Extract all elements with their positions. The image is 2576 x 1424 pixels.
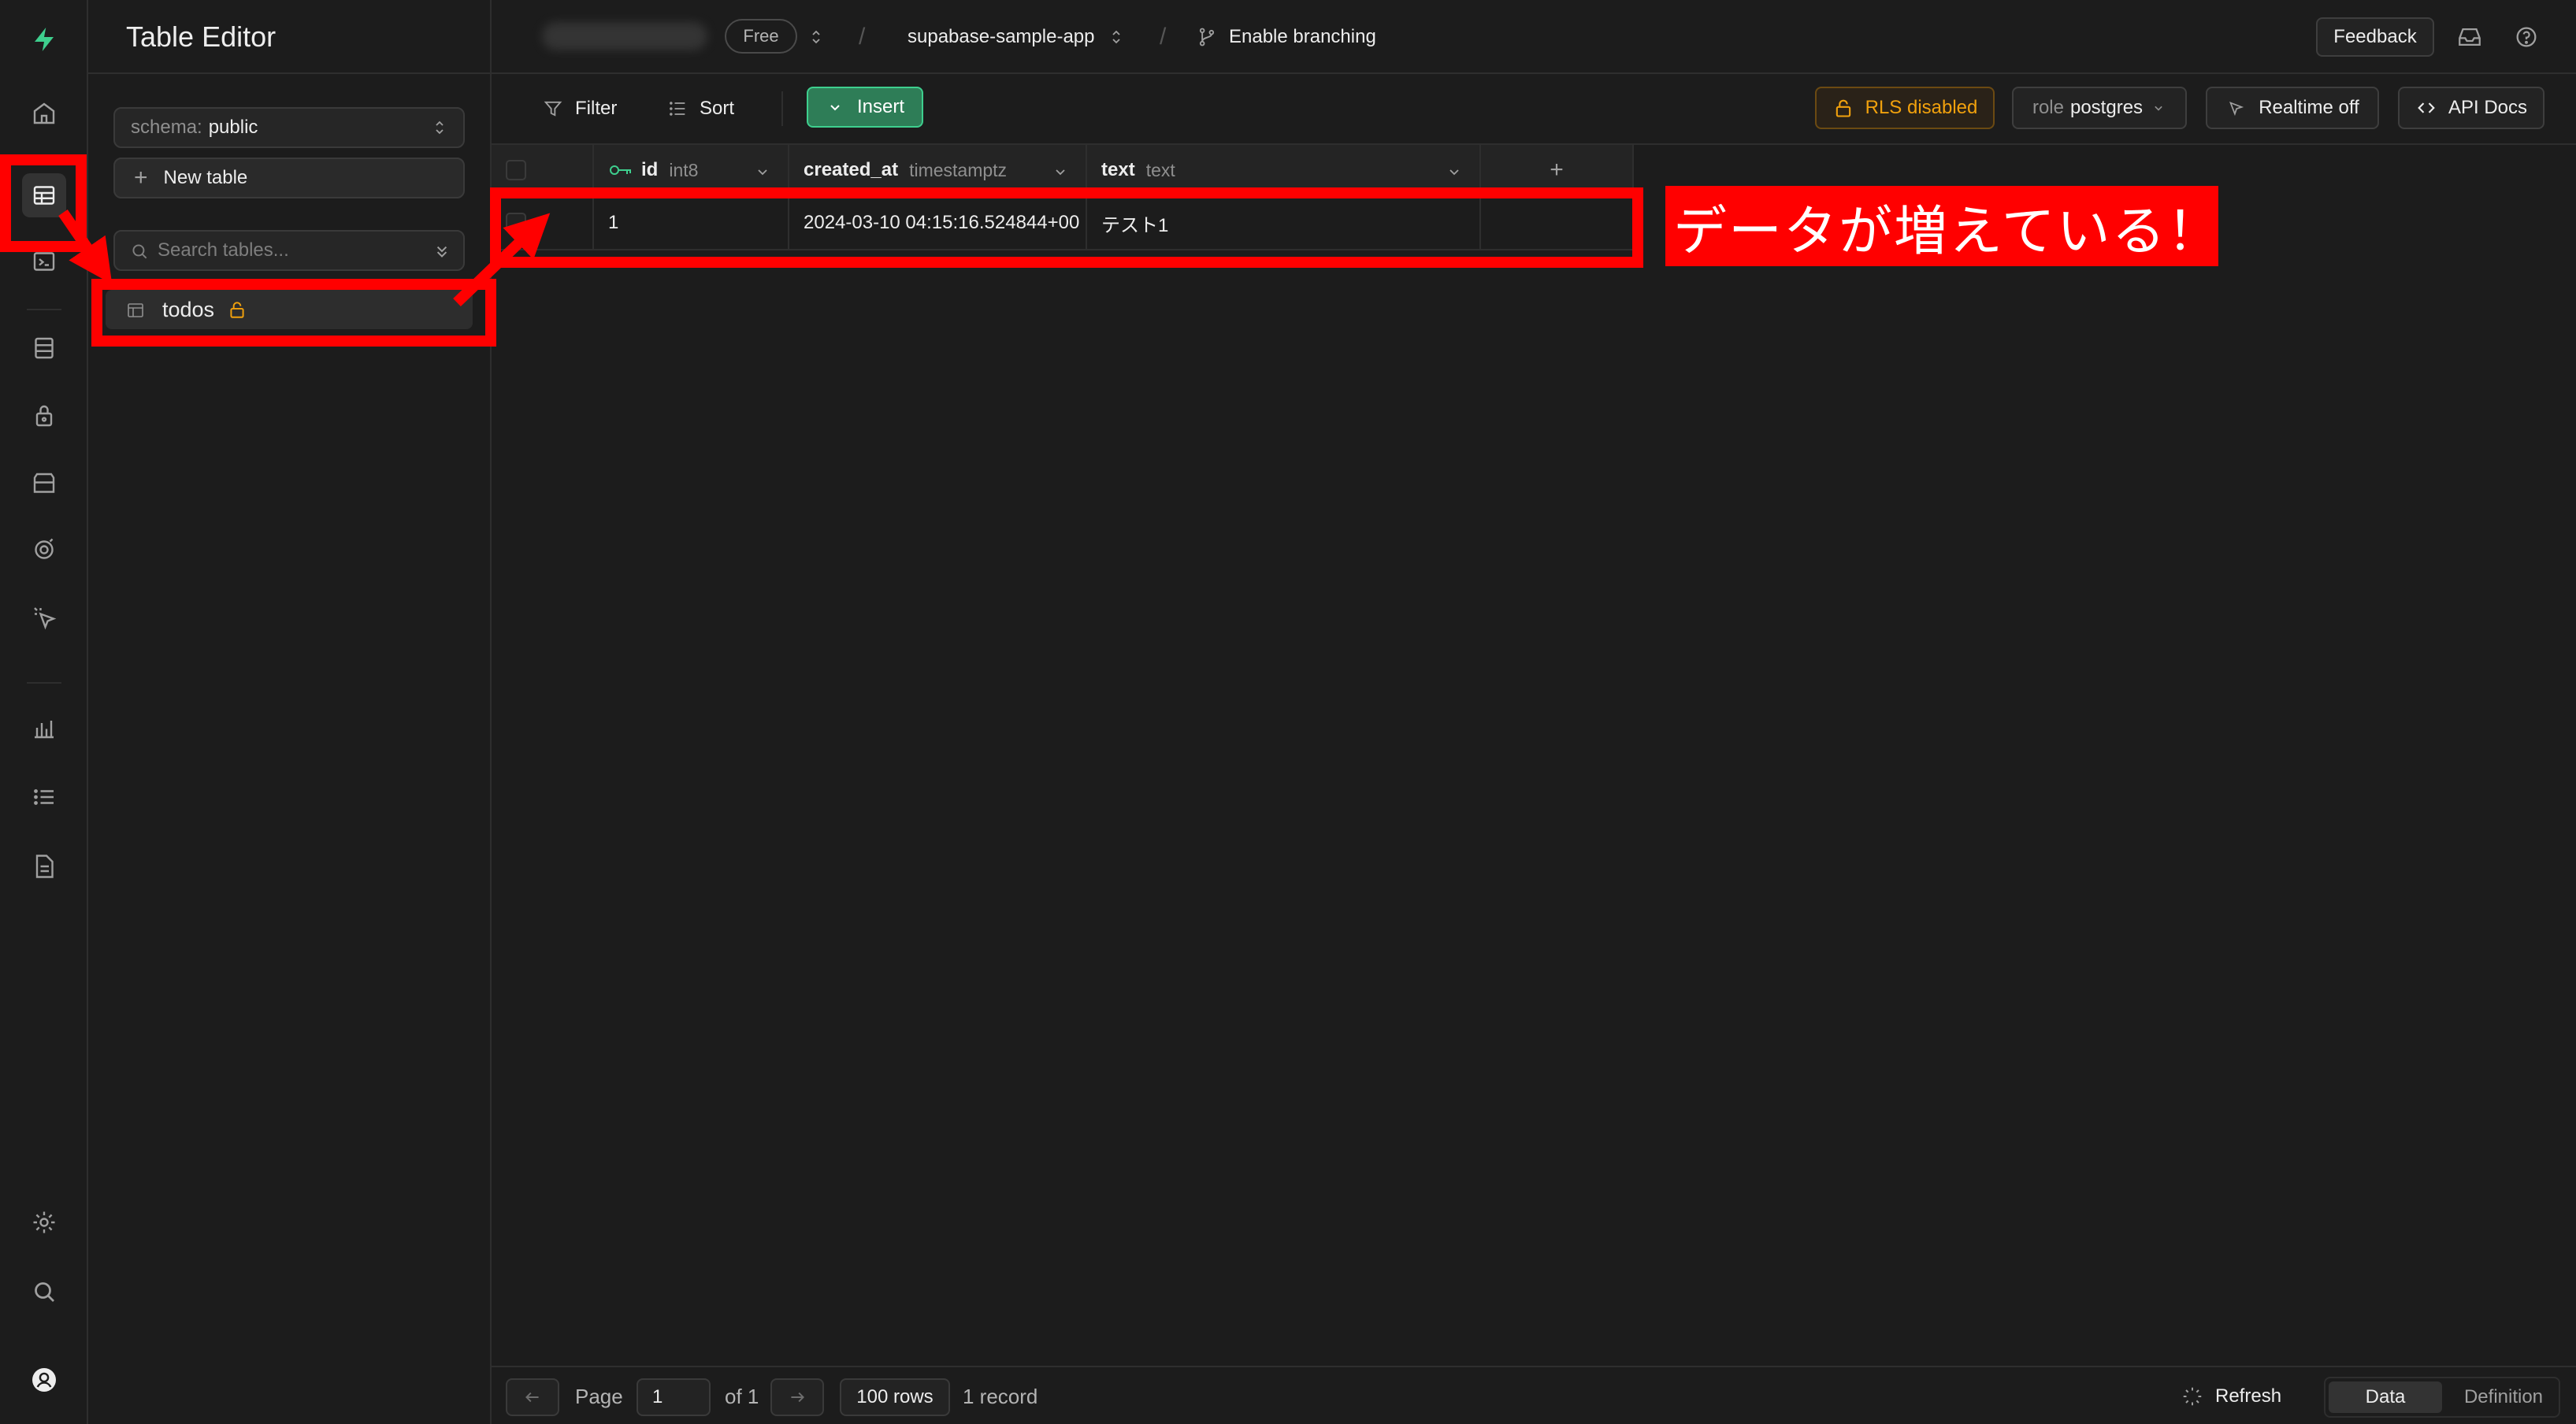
view-toggle: Data Definition [2324,1377,2560,1418]
column-name: id [641,159,659,180]
column-name: created_at [804,159,899,180]
realtime-toggle-button[interactable]: Realtime off [2206,87,2379,129]
breadcrumb-separator: / [1160,24,1167,50]
unlock-icon [1835,99,1850,117]
search-icon[interactable] [22,1270,66,1314]
loading-spinner-icon [2183,1387,2202,1406]
project-name: supabase-sample-app [908,26,1095,47]
annotation-label: データが増えている！ [1665,186,2221,266]
tab-data[interactable]: Data [2329,1381,2442,1413]
code-icon [2418,102,2435,113]
breadcrumb-separator: / [859,24,866,50]
chevron-down-icon[interactable] [1051,162,1070,181]
enable-branching-label: Enable branching [1229,26,1376,47]
page-count-label: of 1 [725,1384,759,1408]
page-label: Page [575,1384,623,1408]
page-number-input[interactable]: 1 [637,1378,711,1416]
record-count: 1 record [963,1384,1038,1408]
column-name: text [1101,159,1135,180]
refresh-label: Refresh [2215,1385,2282,1407]
rls-disabled-button[interactable]: RLS disabled [1815,87,1995,129]
role-value: postgres [2069,97,2144,118]
next-page-button[interactable] [770,1378,824,1416]
project-switcher[interactable]: supabase-sample-app [908,0,1126,74]
primary-key-icon [610,165,631,175]
insert-button[interactable]: Insert [807,87,923,128]
storage-icon[interactable] [22,462,66,506]
column-type: text [1145,159,1175,180]
user-avatar-icon[interactable] [22,1358,66,1402]
chevron-down-icon[interactable] [1445,162,1464,181]
annotation-highlight-row [490,187,1643,268]
prev-page-button[interactable] [506,1378,559,1416]
column-type: timestamptz [909,159,1008,180]
realtime-label: Realtime off [2259,97,2359,118]
api-docs-file-icon[interactable] [22,844,66,888]
column-type: int8 [669,159,699,180]
arrow-left-icon [525,1392,539,1403]
rows-per-page-select[interactable]: 100 rows [840,1378,950,1416]
help-icon[interactable] [2513,0,2540,74]
api-docs-button[interactable]: API Docs [2398,87,2544,129]
chevron-down-icon [830,105,840,111]
sort-button[interactable]: Sort [666,88,734,129]
role-select[interactable]: role postgres [2012,87,2187,129]
git-branch-icon [1196,26,1218,48]
reports-icon[interactable] [22,706,66,750]
arrow-right-icon [791,1392,804,1403]
logs-list-icon[interactable] [22,775,66,819]
table-toolbar: Filter Sort Insert RLS disabled role pos… [492,74,2576,145]
enable-branching-button[interactable]: Enable branching [1196,0,1376,74]
inbox-icon[interactable] [2456,0,2483,74]
filter-label: Filter [575,98,618,119]
chevron-down-icon [2155,106,2162,111]
cursor-icon [2229,101,2244,117]
sort-icon [670,102,685,116]
annotation-arrows [58,210,551,307]
role-label: role [2032,97,2064,118]
refresh-button[interactable]: Refresh [2181,1377,2281,1416]
api-docs-label: API Docs [2448,97,2528,118]
auth-lock-icon[interactable] [22,394,66,438]
feedback-button[interactable]: Feedback [2316,17,2434,57]
settings-gear-icon[interactable] [22,1200,66,1244]
grid-footer: Page 1 of 1 100 rows 1 record Refresh Da… [492,1366,2576,1424]
sort-label: Sort [700,98,735,119]
chevron-up-down-icon [1107,28,1126,46]
insert-label: Insert [856,96,905,117]
chevron-down-icon[interactable] [753,162,772,181]
edge-functions-icon[interactable] [22,528,66,572]
rls-label: RLS disabled [1865,97,1978,118]
database-icon[interactable] [22,326,66,370]
top-bar: Free / supabase-sample-app / Enable bran… [492,0,2576,74]
org-switcher-chevron-icon[interactable] [807,0,826,74]
plan-badge: Free [725,19,797,54]
realtime-icon[interactable] [22,595,66,640]
tab-definition[interactable]: Definition [2448,1381,2559,1413]
